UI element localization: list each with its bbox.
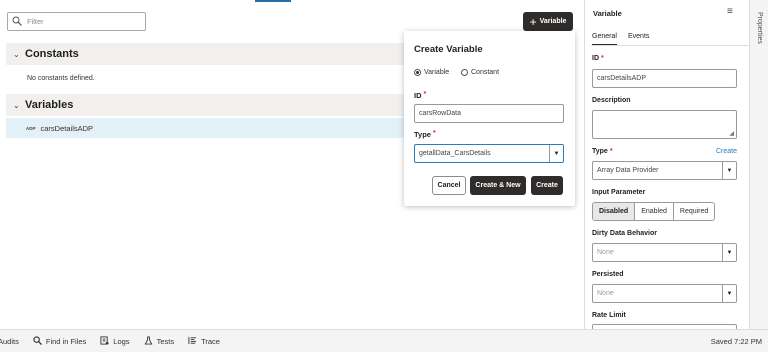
prop-id-input[interactable]: carsDetailsADP [592,69,737,88]
resize-handle-icon[interactable]: ◢ [729,130,734,137]
prop-id-value: carsDetailsADP [597,75,647,82]
type-select[interactable]: getallData_CarsDetails ▼ [414,144,564,163]
input-param-enabled[interactable]: Enabled [635,203,674,220]
input-parameter-toggle: Disabled Enabled Required [592,202,716,221]
properties-panel: Variable ≡ General Events ID * carsDetail… [584,0,749,330]
side-tab-label: Properties [756,12,763,44]
search-icon [12,16,22,28]
add-variable-label: Variable [539,18,567,25]
filter-input[interactable] [27,17,137,26]
dirty-data-select[interactable]: None ▼ [592,243,737,262]
dialog-title: Create Variable [414,44,483,55]
hamburger-menu-icon[interactable]: ≡ [727,6,733,17]
prop-type-value: Array Data Provider [597,167,659,174]
add-variable-button[interactable]: + Variable [523,12,573,31]
description-label: Description [592,97,631,104]
radio-variable[interactable]: Variable [414,69,449,76]
prop-id-label: ID * [592,55,604,62]
status-bar: Audits Find in Files Logs Tests Trace Sa… [0,329,768,352]
constants-empty-text: No constants defined. [27,75,95,82]
statusbar-tests[interactable]: Tests [144,335,175,347]
type-label: Type * [414,130,436,139]
prop-type-select[interactable]: Array Data Provider ▼ [592,161,737,180]
trace-icon [188,336,197,347]
tab-events[interactable]: Events [628,33,649,40]
tests-flask-icon [144,335,153,347]
chevron-down-icon[interactable]: ⌄ [13,101,25,110]
dirty-data-value: None [597,249,614,256]
radio-selected-icon [414,69,421,76]
variable-name: carsDetailsADP [40,123,94,133]
tests-label: Tests [156,336,175,346]
panel-title: Variable [593,9,622,18]
caret-down-icon[interactable]: ▼ [722,244,736,261]
plus-icon: + [529,14,537,29]
id-label: ID * [414,91,427,100]
type-select-value: getallData_CarsDetails [419,150,491,157]
input-parameter-label: Input Parameter [592,189,646,196]
cancel-button[interactable]: Cancel [432,176,466,195]
trace-label: Trace [201,336,220,346]
radio-constant-label: Constant [471,69,500,76]
adp-badge: ADP [26,125,36,131]
statusbar-find-in-files[interactable]: Find in Files [33,335,87,347]
divider [591,45,749,46]
statusbar-logs[interactable]: Logs [100,335,130,347]
type-create-link[interactable]: Create [716,148,737,155]
find-in-files-label: Find in Files [45,336,87,346]
id-input-value: carsRowData [419,110,462,117]
prop-type-label: Type * [592,148,613,155]
persisted-select[interactable]: None ▼ [592,284,737,303]
saved-status: Saved 7:22 PM [710,337,762,346]
caret-down-icon[interactable]: ▼ [549,145,563,162]
variables-title: Variables [25,99,74,111]
chevron-down-icon[interactable]: ⌄ [13,50,25,59]
statusbar-audits[interactable]: Audits [0,337,19,346]
search-icon [33,335,42,347]
description-textarea[interactable]: ◢ [592,110,737,139]
active-tab-indicator [255,0,291,2]
radio-variable-label: Variable [424,69,450,76]
caret-down-icon[interactable]: ▼ [722,285,736,302]
rate-limit-label: Rate Limit [592,312,626,319]
statusbar-trace[interactable]: Trace [188,336,220,347]
filter-field[interactable] [7,12,146,31]
logs-icon [100,335,109,347]
input-param-required[interactable]: Required [674,203,714,220]
id-input[interactable]: carsRowData [414,104,564,123]
persisted-label: Persisted [592,271,624,278]
input-param-disabled[interactable]: Disabled [593,203,636,220]
radio-constant[interactable]: Constant [461,69,499,76]
create-and-new-button[interactable]: Create & New [470,176,526,195]
caret-down-icon[interactable]: ▼ [722,162,736,179]
persisted-value: None [597,290,614,297]
radio-unselected-icon [461,69,468,76]
create-button[interactable]: Create [531,176,563,195]
properties-side-tab[interactable]: Properties [749,0,768,329]
constants-title: Constants [25,48,79,60]
create-variable-dialog: Create Variable Variable Constant ID * ca… [404,31,575,206]
audits-label: Audits [0,336,19,346]
dirty-data-label: Dirty Data Behavior [592,230,657,237]
logs-label: Logs [113,336,130,346]
